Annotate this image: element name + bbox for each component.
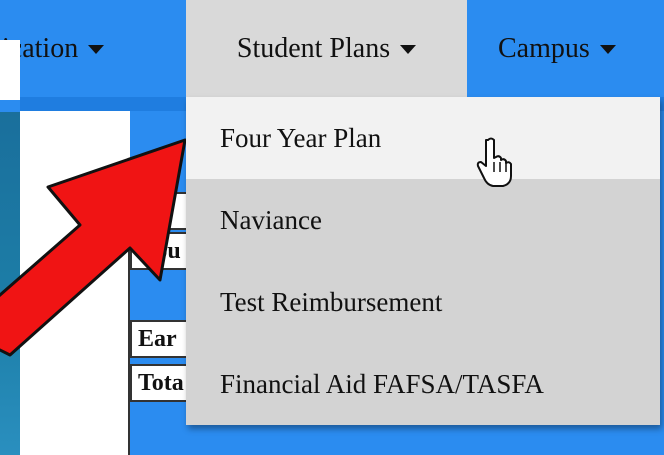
menu-item-naviance[interactable]: Naviance bbox=[186, 179, 660, 261]
table-row-label: Ear bbox=[138, 326, 177, 352]
hand-pointer-icon bbox=[476, 137, 512, 187]
nav-item-student-plans[interactable]: Student Plans bbox=[186, 0, 467, 97]
menu-item-four-year-plan[interactable]: Four Year Plan bbox=[186, 97, 660, 179]
caret-down-icon bbox=[88, 45, 105, 54]
left-side-panel bbox=[0, 112, 20, 455]
table-row-label: Tota bbox=[138, 370, 184, 396]
table-row-label: Co bbox=[138, 198, 168, 224]
menu-item-label: Financial Aid FAFSA/TASFA bbox=[220, 368, 544, 399]
caret-down-icon bbox=[599, 45, 616, 54]
menu-item-label: Naviance bbox=[220, 204, 322, 235]
top-navbar: nication Student Plans Campus bbox=[0, 0, 664, 97]
nav-item-label: Campus bbox=[498, 32, 590, 64]
left-white-box bbox=[0, 40, 20, 100]
menu-item-label: Test Reimbursement bbox=[220, 286, 443, 317]
nav-item-communication[interactable]: nication bbox=[0, 0, 168, 97]
caret-down-icon bbox=[400, 45, 417, 54]
table-row-label: Cou bbox=[138, 238, 181, 264]
content-white-panel bbox=[20, 97, 130, 455]
menu-item-label: Four Year Plan bbox=[220, 122, 382, 153]
menu-item-test-reimbursement[interactable]: Test Reimbursement bbox=[186, 261, 660, 343]
nav-item-label: Student Plans bbox=[236, 32, 391, 64]
student-plans-dropdown: Four Year Plan Naviance Test Reimburseme… bbox=[186, 97, 660, 425]
screenshot-page: Co Cou Ear Tota nication Student Plans C… bbox=[0, 0, 664, 455]
menu-item-financial-aid[interactable]: Financial Aid FAFSA/TASFA bbox=[186, 343, 660, 425]
nav-item-campus[interactable]: Campus bbox=[498, 0, 664, 97]
